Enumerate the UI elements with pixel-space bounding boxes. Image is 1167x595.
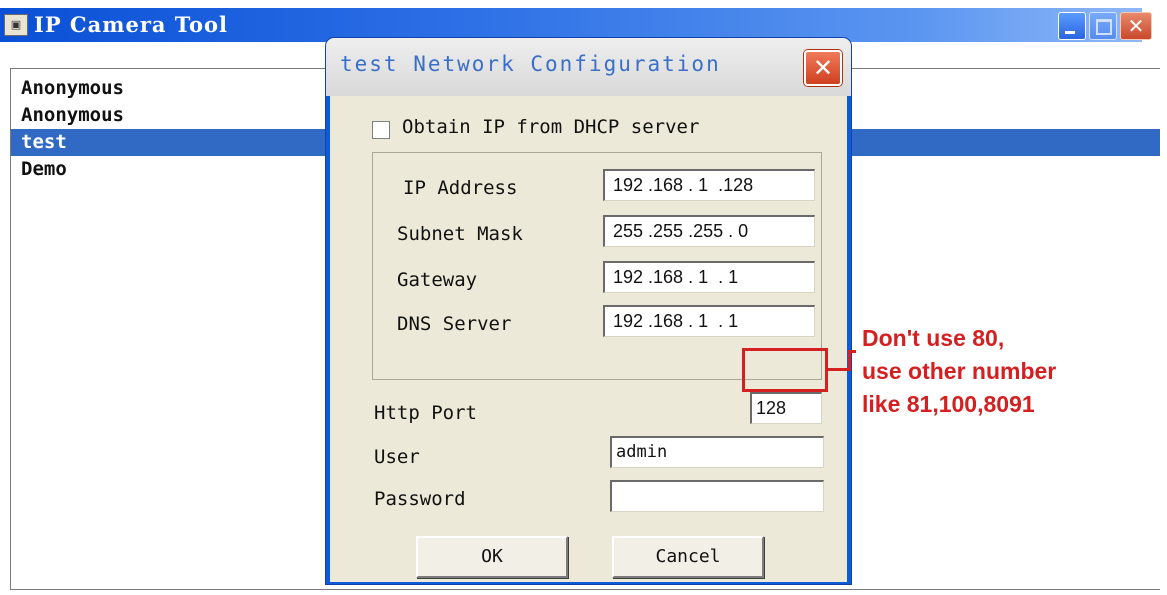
maximize-button[interactable] [1089,12,1117,40]
http-port-highlight-box [742,348,828,392]
dialog-title: test Network Configuration [340,52,721,76]
dhcp-checkbox[interactable] [372,121,390,139]
window-title: IP Camera Tool [34,12,229,37]
cancel-button[interactable]: Cancel [612,536,764,578]
dialog-titlebar[interactable]: test Network Configuration ✕ [326,38,851,96]
http-port-field[interactable]: 128 [750,392,822,424]
app-camera-icon: ▣ [4,14,28,36]
maximize-icon [1096,19,1112,35]
user-label: User [374,446,420,468]
ip-address-field[interactable]: 192 .168 . 1 .128 [603,169,815,201]
minimize-icon [1065,31,1075,34]
close-icon: ✕ [812,54,834,82]
dhcp-label[interactable]: Obtain IP from DHCP server [402,116,699,138]
minimize-button[interactable] [1058,12,1086,40]
annotation-line: use other number [862,358,1057,384]
ok-button[interactable]: OK [416,536,568,578]
network-config-dialog: test Network Configuration ✕ Obtain IP f… [326,38,851,584]
annotation-note: Don't use 80, use other number like 81,1… [862,322,1162,421]
subnet-mask-label: Subnet Mask [397,223,523,245]
password-label: Password [374,488,466,510]
annotation-line: Don't use 80, [862,325,1005,351]
main-titlebar[interactable]: ▣ IP Camera Tool ✕ [0,8,1152,42]
close-window-button[interactable]: ✕ [1120,12,1152,40]
dns-server-field[interactable]: 192 .168 . 1 . 1 [603,305,815,337]
user-field[interactable]: admin [610,436,824,468]
ip-settings-group: IP Address 192 .168 . 1 .128 Subnet Mask… [372,152,822,380]
gateway-label: Gateway [397,269,478,291]
dns-server-label: DNS Server [397,313,512,335]
subnet-mask-field[interactable]: 255 .255 .255 . 0 [603,215,815,247]
annotation-line: like 81,100,8091 [862,391,1035,417]
dialog-close-button[interactable]: ✕ [804,50,842,86]
dialog-body: Obtain IP from DHCP server IP Address 19… [330,96,847,582]
annotation-connector [828,342,856,382]
ip-address-label: IP Address [403,177,518,199]
close-icon: ✕ [1127,14,1145,38]
http-port-label: Http Port [374,402,477,424]
password-field[interactable] [610,480,824,512]
gateway-field[interactable]: 192 .168 . 1 . 1 [603,261,815,293]
